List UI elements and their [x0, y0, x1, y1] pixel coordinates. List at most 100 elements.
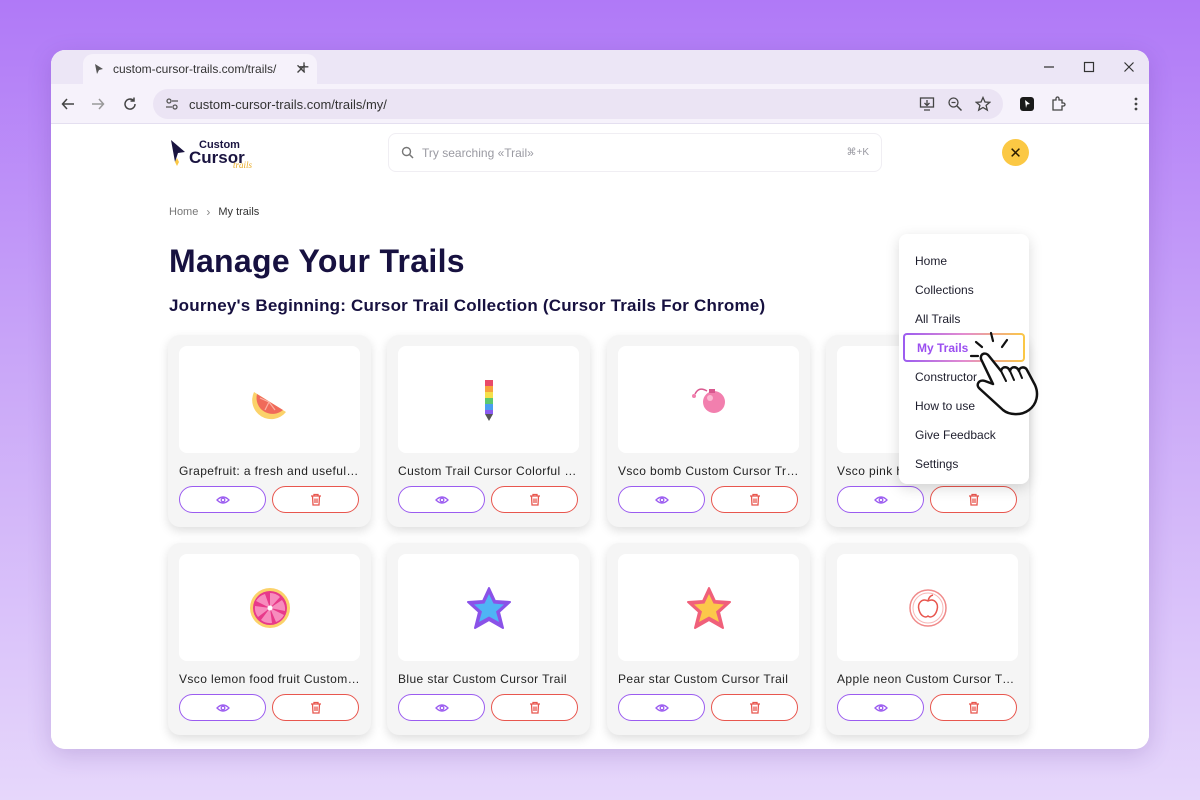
arrow-right-icon: [92, 98, 105, 110]
trail-thumbnail: [179, 346, 360, 453]
eye-icon: [654, 495, 669, 504]
menu-item-constructor[interactable]: Constructor: [899, 362, 1029, 391]
card-actions: [398, 694, 579, 721]
view-button[interactable]: [398, 694, 485, 721]
trail-card: Pear star Custom Cursor Trail: [607, 543, 810, 735]
view-button[interactable]: [618, 694, 705, 721]
view-button[interactable]: [179, 486, 266, 513]
blue-star-icon: [466, 586, 511, 629]
eye-icon: [654, 703, 669, 712]
breadcrumb-home[interactable]: Home: [169, 206, 198, 218]
logo-text-trails: trails: [233, 160, 253, 170]
grapefruit-icon: [251, 391, 286, 419]
extensions-button[interactable]: [1047, 93, 1069, 115]
window-controls: [1029, 50, 1149, 84]
trash-icon: [310, 493, 321, 506]
maximize-icon: [1083, 61, 1095, 73]
breadcrumb-separator: ›: [206, 205, 211, 219]
search-shortcut: ⌘+K: [846, 147, 869, 158]
delete-button[interactable]: [272, 486, 359, 513]
search-input[interactable]: Try searching «Trail» ⌘+K: [388, 133, 882, 172]
menu-item-collections[interactable]: Collections: [899, 275, 1029, 304]
close-menu-button[interactable]: ✕: [1002, 139, 1029, 166]
trash-icon: [529, 701, 540, 714]
card-actions: [398, 486, 579, 513]
delete-button[interactable]: [491, 486, 578, 513]
card-actions: [179, 486, 360, 513]
install-app-icon[interactable]: [919, 96, 935, 112]
page-title: Manage Your Trails: [169, 243, 465, 279]
trail-title: Blue star Custom Cursor Trail: [398, 672, 567, 686]
trash-icon: [749, 701, 760, 714]
forward-button[interactable]: [87, 93, 109, 115]
trail-thumbnail: [618, 346, 799, 453]
delete-button[interactable]: [491, 694, 578, 721]
trail-title: Grapefruit: a fresh and useful t...: [179, 464, 360, 478]
trail-card: Custom Trail Cursor Colorful Ic...: [387, 335, 590, 527]
menu-item-my-trails[interactable]: My Trails: [903, 333, 1025, 362]
view-button[interactable]: [837, 694, 924, 721]
eye-icon: [434, 703, 449, 712]
trail-card: Grapefruit: a fresh and useful t...: [168, 335, 371, 527]
minimize-icon: [1044, 66, 1054, 68]
delete-button[interactable]: [711, 486, 798, 513]
menu-item-how-to-use[interactable]: How to use: [899, 391, 1029, 420]
card-actions: [618, 694, 799, 721]
trail-card: Vsco bomb Custom Cursor Trail: [607, 335, 810, 527]
reload-icon: [124, 97, 136, 110]
trail-thumbnail: [398, 554, 579, 661]
kebab-menu-icon: [1134, 97, 1138, 111]
view-button[interactable]: [179, 694, 266, 721]
extension-cursor-button[interactable]: [1016, 93, 1038, 115]
nav-dropdown-menu: Home Collections All Trails My Trails Co…: [899, 234, 1029, 484]
close-icon: [1124, 62, 1134, 72]
logo-cursor-icon: [171, 140, 185, 162]
browser-tab[interactable]: custom-cursor-trails.com/trails/ ✕: [83, 54, 317, 84]
new-tab-button[interactable]: +: [293, 57, 315, 78]
delete-button[interactable]: [711, 694, 798, 721]
delete-button[interactable]: [272, 694, 359, 721]
card-actions: [837, 486, 1018, 513]
neon-apple-icon: [908, 588, 947, 627]
menu-item-give-feedback[interactable]: Give Feedback: [899, 420, 1029, 449]
pink-bomb-icon: [691, 387, 725, 413]
search-icon: [401, 146, 414, 159]
view-button[interactable]: [618, 486, 705, 513]
bookmark-star-icon[interactable]: [975, 96, 991, 112]
page-content: Custom Cursor trails Try searching «Trai…: [51, 125, 1149, 749]
eye-icon: [873, 703, 888, 712]
omnibox-actions: [919, 96, 991, 112]
menu-item-home[interactable]: Home: [899, 246, 1029, 275]
trash-icon: [310, 701, 321, 714]
browser-window: custom-cursor-trails.com/trails/ ✕ + cus…: [51, 50, 1149, 749]
menu-item-settings[interactable]: Settings: [899, 449, 1029, 478]
trail-title: Vsco lemon food fruit Custom ...: [179, 672, 360, 686]
search-placeholder: Try searching «Trail»: [422, 145, 534, 160]
zoom-icon[interactable]: [947, 96, 963, 112]
card-actions: [618, 486, 799, 513]
reload-button[interactable]: [119, 93, 141, 115]
delete-button[interactable]: [930, 694, 1017, 721]
site-settings-icon[interactable]: [165, 97, 179, 111]
card-actions: [837, 694, 1018, 721]
minimize-button[interactable]: [1029, 50, 1069, 84]
tab-title: custom-cursor-trails.com/trails/: [113, 62, 277, 76]
puzzle-icon: [1052, 96, 1066, 111]
close-window-button[interactable]: [1109, 50, 1149, 84]
delete-button[interactable]: [930, 486, 1017, 513]
card-actions: [179, 694, 360, 721]
url-text[interactable]: custom-cursor-trails.com/trails/my/: [189, 97, 909, 112]
trash-icon: [968, 493, 979, 506]
view-button[interactable]: [398, 486, 485, 513]
menu-item-all-trails[interactable]: All Trails: [899, 304, 1029, 333]
browser-menu-button[interactable]: [1125, 93, 1147, 115]
trail-thumbnail: [179, 554, 360, 661]
trash-icon: [749, 493, 760, 506]
view-button[interactable]: [837, 486, 924, 513]
trash-icon: [529, 493, 540, 506]
back-button[interactable]: [57, 93, 79, 115]
maximize-button[interactable]: [1069, 50, 1109, 84]
address-bar[interactable]: custom-cursor-trails.com/trails/my/: [153, 89, 1003, 119]
trail-thumbnail: [398, 346, 579, 453]
site-logo[interactable]: Custom Cursor trails: [169, 136, 261, 170]
